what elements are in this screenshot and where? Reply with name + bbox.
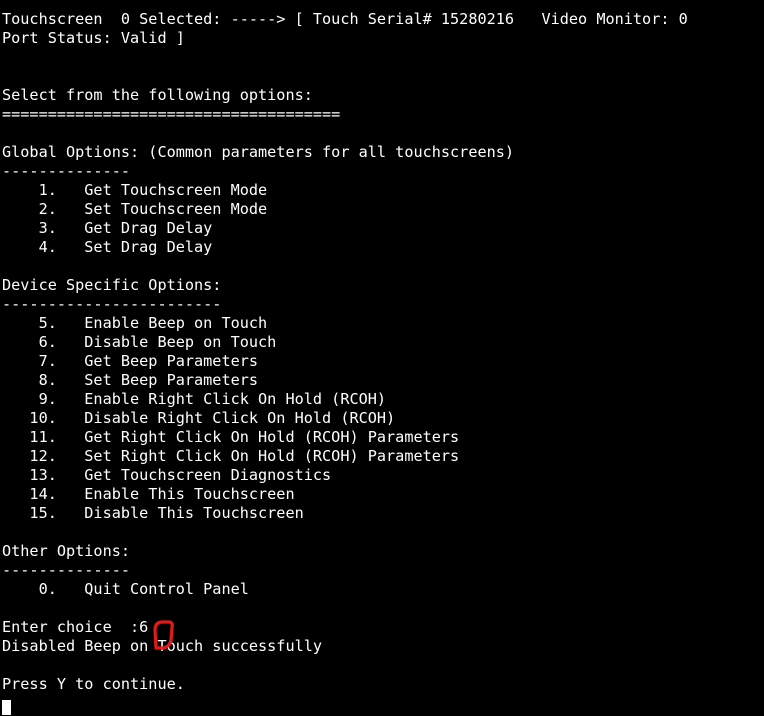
terminal-cursor	[2, 700, 11, 715]
terminal-output-text: Touchscreen 0 Selected: -----> [ Touch S…	[2, 10, 688, 693]
terminal-screen[interactable]: Touchscreen 0 Selected: -----> [ Touch S…	[0, 0, 764, 716]
